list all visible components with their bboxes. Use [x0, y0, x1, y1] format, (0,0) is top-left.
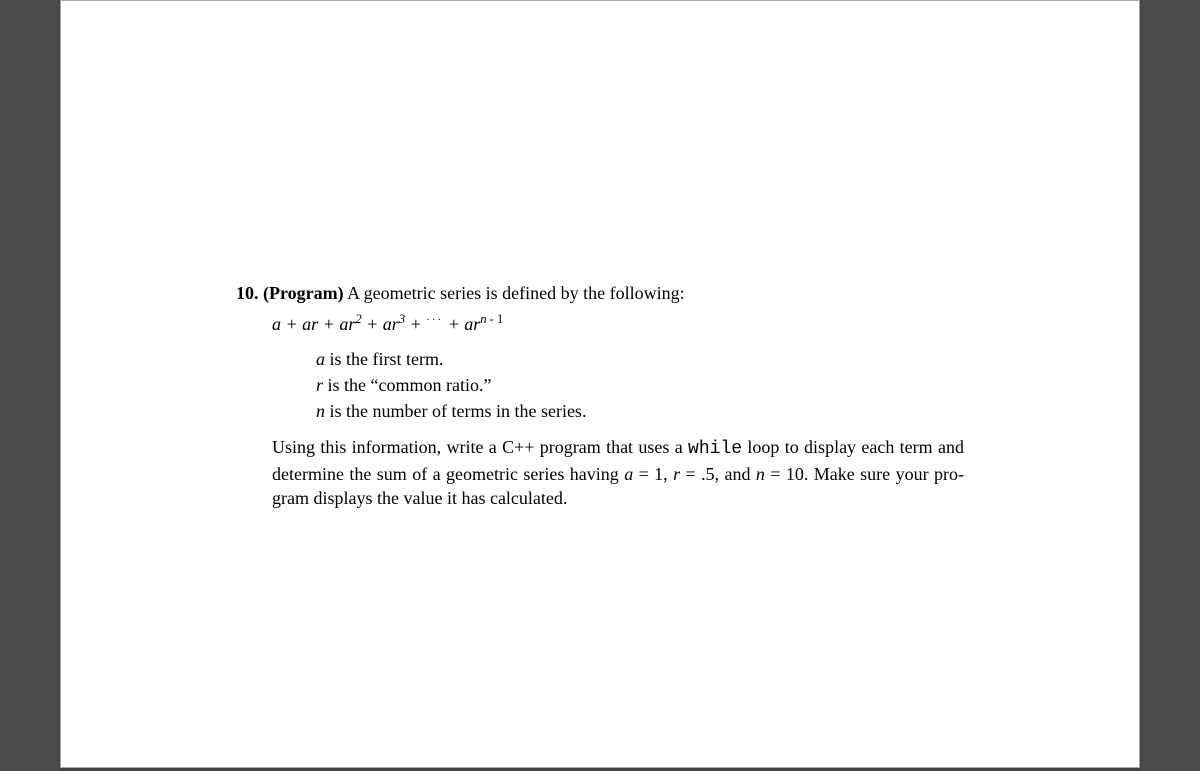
definition-a: a is the first term.	[316, 347, 964, 371]
definition-n: n is the number of terms in the series.	[316, 399, 964, 423]
document-page: 10. (Program) A geometric series is defi…	[60, 0, 1140, 768]
problem-intro: A geometric series is defined by the fol…	[347, 283, 684, 303]
problem-body: Using this information, write a C++ prog…	[272, 435, 964, 510]
problem-number: 10.	[236, 283, 259, 303]
problem-content: 10. (Program) A geometric series is defi…	[236, 281, 964, 510]
problem-label: (Program)	[263, 283, 344, 303]
while-keyword: while	[688, 439, 742, 459]
problem-header: 10. (Program) A geometric series is defi…	[236, 281, 964, 305]
definition-r: r is the “common ratio.”	[316, 373, 964, 397]
definition-list: a is the first term. r is the “common ra…	[316, 347, 964, 424]
geometric-series-formula: a + ar + ar2 + ar3 + ··· + arn - 1	[272, 311, 964, 336]
